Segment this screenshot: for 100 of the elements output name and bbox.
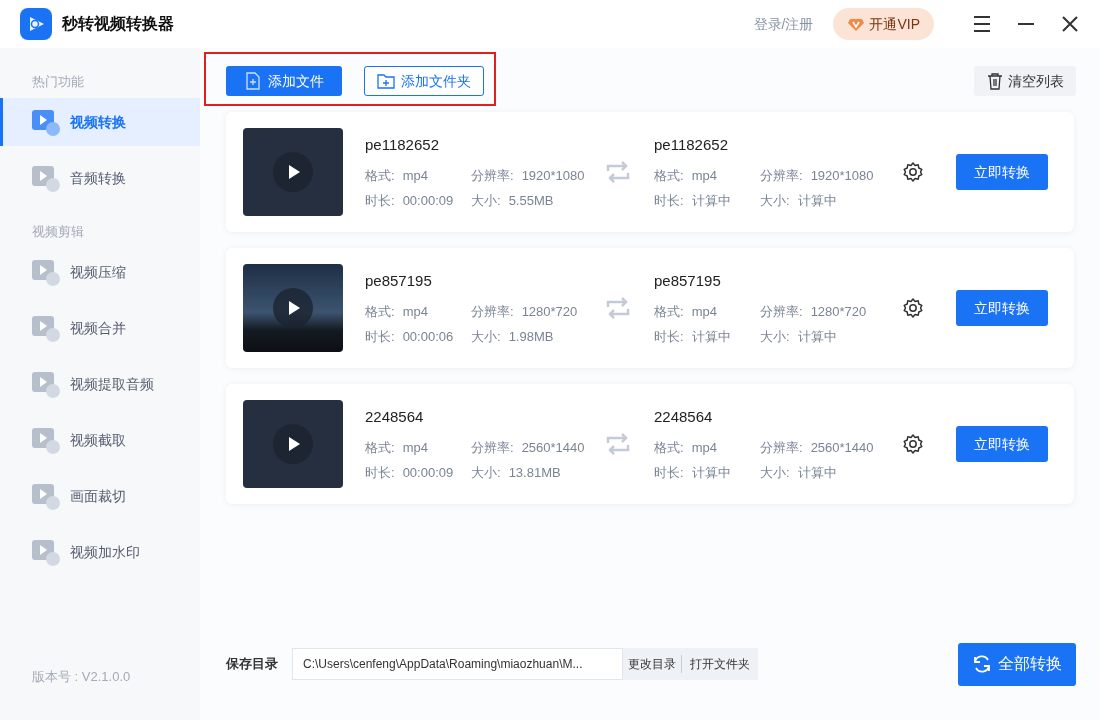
- format-label: 格式:: [365, 166, 395, 185]
- duration-value: 计算中: [691, 192, 731, 210]
- resolution-value: 1920*1080: [521, 166, 585, 185]
- size-value: 5.55MB: [508, 192, 554, 210]
- sidebar-item[interactable]: 视频截取: [0, 416, 200, 464]
- resolution-value: 2560*1440: [810, 438, 874, 457]
- video-tool-icon: [32, 482, 60, 510]
- size-label: 大小:: [471, 464, 501, 482]
- resolution-value: 1920*1080: [810, 166, 874, 185]
- size-label: 大小:: [760, 192, 790, 210]
- duration-value: 00:00:09: [402, 192, 454, 210]
- sidebar-item[interactable]: 视频压缩: [0, 248, 200, 296]
- file-name: pe857195: [654, 270, 722, 291]
- trash-icon: [986, 72, 1004, 90]
- video-tool-icon: [32, 426, 60, 454]
- sidebar-item[interactable]: 视频提取音频: [0, 360, 200, 408]
- clear-list-button[interactable]: 清空列表: [974, 66, 1076, 96]
- play-button-icon[interactable]: [273, 424, 313, 464]
- size-label: 大小:: [471, 192, 501, 210]
- format-value: mp4: [402, 302, 428, 321]
- format-value: mp4: [402, 438, 428, 457]
- file-name: 2248564: [654, 406, 714, 427]
- settings-icon[interactable]: [902, 433, 924, 455]
- app-logo-icon: [20, 8, 52, 40]
- add-file-button[interactable]: 添加文件: [226, 66, 342, 96]
- open-folder-button[interactable]: 打开文件夹: [682, 655, 758, 673]
- format-value: mp4: [691, 302, 717, 321]
- add-folder-button[interactable]: 添加文件夹: [364, 66, 484, 96]
- convert-all-button[interactable]: 全部转换: [958, 642, 1076, 686]
- video-tool-icon: [32, 108, 60, 136]
- close-icon[interactable]: [1060, 14, 1080, 34]
- resolution-label: 分辨率:: [760, 166, 803, 185]
- resolution-label: 分辨率:: [760, 302, 803, 321]
- sidebar-item[interactable]: 画面裁切: [0, 472, 200, 520]
- sidebar-item[interactable]: 音频转换: [0, 154, 200, 202]
- resolution-value: 2560*1440: [521, 438, 585, 457]
- size-value: 计算中: [797, 192, 837, 210]
- file-name: pe1182652: [365, 134, 440, 155]
- size-value: 计算中: [797, 464, 837, 482]
- settings-icon[interactable]: [902, 297, 924, 319]
- section-title: 视频剪辑: [31, 223, 85, 241]
- format-label: 格式:: [365, 302, 395, 321]
- video-tool-icon: [32, 370, 60, 398]
- resolution-label: 分辨率:: [471, 166, 514, 185]
- file-name: pe857195: [365, 270, 433, 291]
- format-label: 格式:: [365, 438, 395, 457]
- format-label: 格式:: [654, 166, 684, 185]
- convert-now-button[interactable]: 立即转换: [956, 290, 1048, 326]
- convert-now-button[interactable]: 立即转换: [956, 154, 1048, 190]
- format-label: 格式:: [654, 302, 684, 321]
- duration-label: 时长:: [654, 192, 684, 210]
- resolution-value: 1280*720: [810, 302, 867, 321]
- resolution-label: 分辨率:: [760, 438, 803, 457]
- format-value: mp4: [402, 166, 428, 185]
- video-tool-icon: [32, 164, 60, 192]
- sidebar-item[interactable]: 视频合并: [0, 304, 200, 352]
- version-label: 版本号 : V2.1.0.0: [31, 667, 132, 686]
- path-field: C:\Users\cenfeng\AppData\Roaming\miaozhuan\M...: [292, 648, 623, 680]
- diamond-icon: [847, 16, 866, 32]
- format-value: mp4: [691, 166, 717, 185]
- sidebar-item[interactable]: 视频加水印: [0, 528, 200, 576]
- duration-value: 计算中: [691, 328, 731, 346]
- size-label: 大小:: [760, 328, 790, 346]
- video-tool-icon: [32, 258, 60, 286]
- size-label: 大小:: [760, 464, 790, 482]
- refresh-icon: [972, 654, 992, 674]
- convert-arrows-icon: [604, 295, 632, 321]
- size-label: 大小:: [471, 328, 501, 346]
- duration-value: 00:00:09: [402, 464, 454, 482]
- duration-label: 时长:: [654, 464, 684, 482]
- settings-icon[interactable]: [902, 161, 924, 183]
- play-button-icon[interactable]: [273, 288, 313, 328]
- convert-now-button[interactable]: 立即转换: [956, 426, 1048, 462]
- video-tool-icon: [32, 314, 60, 342]
- add-folder-icon: [377, 72, 395, 90]
- menu-icon[interactable]: [972, 14, 992, 34]
- duration-value: 00:00:06: [402, 328, 454, 346]
- format-label: 格式:: [654, 438, 684, 457]
- add-document-icon: [244, 72, 262, 90]
- sidebar-item[interactable]: 视频转换: [0, 98, 200, 146]
- file-name: 2248564: [365, 406, 425, 427]
- resolution-label: 分辨率:: [471, 302, 514, 321]
- change-directory-button[interactable]: 更改目录: [623, 655, 681, 673]
- convert-arrows-icon: [604, 431, 632, 457]
- convert-arrows-icon: [604, 159, 632, 185]
- duration-label: 时长:: [365, 464, 395, 482]
- resolution-label: 分辨率:: [471, 438, 514, 457]
- file-name: pe1182652: [654, 134, 729, 155]
- video-tool-icon: [32, 538, 60, 566]
- duration-label: 时长:: [365, 328, 395, 346]
- size-value: 计算中: [797, 328, 837, 346]
- section-title: 热门功能: [31, 73, 85, 91]
- duration-label: 时长:: [654, 328, 684, 346]
- duration-value: 计算中: [691, 464, 731, 482]
- size-value: 13.81MB: [508, 464, 561, 482]
- format-value: mp4: [691, 438, 717, 457]
- vip-button[interactable]: 开通VIP: [833, 8, 934, 40]
- size-value: 1.98MB: [508, 328, 554, 346]
- resolution-value: 1280*720: [521, 302, 578, 321]
- play-button-icon[interactable]: [273, 152, 313, 192]
